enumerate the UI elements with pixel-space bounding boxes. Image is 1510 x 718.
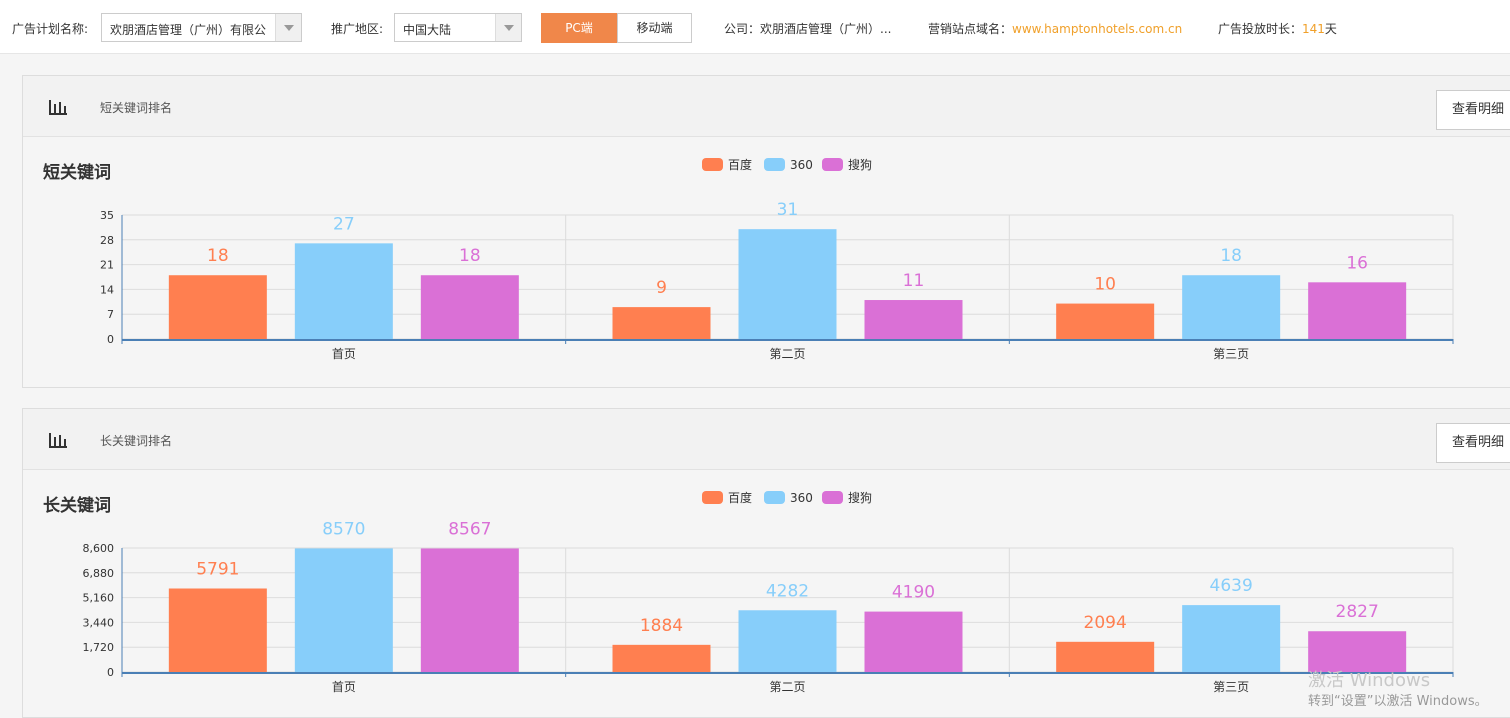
bar xyxy=(420,275,519,339)
x-tick-label: 第三页 xyxy=(1213,347,1249,361)
bar xyxy=(612,307,711,339)
windows-activation-watermark: 激活 Windows xyxy=(1308,670,1431,691)
legend-label: 360 xyxy=(790,158,813,172)
data-label: 5791 xyxy=(196,560,239,580)
bar xyxy=(294,243,393,339)
bar xyxy=(294,548,393,672)
data-label: 9 xyxy=(656,278,667,298)
legend-swatch xyxy=(764,491,785,504)
y-tick-label: 3,440 xyxy=(83,616,115,629)
x-tick-label: 第二页 xyxy=(769,680,805,694)
bar xyxy=(1308,282,1407,339)
legend-label: 百度 xyxy=(728,490,752,505)
chart-1-group: 0 1,720 3,440 5,160 6,880 8,600 5791 8570 8567 首页… xyxy=(83,490,1454,694)
bar xyxy=(864,300,963,339)
legend-swatch xyxy=(822,491,843,504)
bar xyxy=(738,229,837,339)
bar xyxy=(420,548,519,672)
legend-swatch xyxy=(822,158,843,171)
data-label: 4282 xyxy=(766,581,809,601)
legend-label: 360 xyxy=(790,491,813,505)
y-tick-label: 7 xyxy=(107,308,114,321)
y-tick-label: 5,160 xyxy=(83,592,115,605)
data-label: 8570 xyxy=(322,519,365,539)
legend-label: 搜狗 xyxy=(848,490,872,505)
data-label: 31 xyxy=(777,200,799,220)
bar xyxy=(1182,605,1281,672)
chart-0-group: 0 7 14 21 28 35 18 27 18 首页 9 31 11 第二页 10 18 16 第三页 百度 360… xyxy=(100,157,1454,361)
short-keyword-chart: 0714212835182718首页93111第二页1018 16第三页百度 360… xyxy=(83,157,1454,694)
data-label: 8567 xyxy=(448,519,491,539)
data-label: 11 xyxy=(903,271,925,291)
y-tick-label: 0 xyxy=(107,666,114,679)
data-label: 10 xyxy=(1094,275,1116,295)
bar xyxy=(1182,275,1281,339)
x-tick-label: 首页 xyxy=(332,347,356,361)
legend-swatch xyxy=(764,158,785,171)
y-tick-label: 6,880 xyxy=(83,567,115,580)
data-label: 1884 xyxy=(640,616,683,636)
bar xyxy=(612,644,711,672)
y-tick-label: 8,600 xyxy=(83,542,115,555)
legend-label: 百度 xyxy=(728,157,752,172)
y-tick-label: 1,720 xyxy=(83,641,115,654)
data-label: 2094 xyxy=(1084,613,1127,633)
bar xyxy=(864,611,963,672)
bar xyxy=(1056,303,1155,339)
y-tick-label: 21 xyxy=(100,259,114,272)
bar xyxy=(168,588,267,672)
y-tick-label: 28 xyxy=(100,234,114,247)
data-label: 18 xyxy=(459,246,481,266)
x-tick-label: 第二页 xyxy=(769,347,805,361)
legend-label: 搜狗 xyxy=(848,157,872,172)
data-label: 18 xyxy=(1220,246,1242,266)
x-tick-label: 第三页 xyxy=(1213,680,1249,694)
legend-swatch xyxy=(702,491,723,504)
bar xyxy=(168,275,267,339)
data-label: 2827 xyxy=(1336,602,1379,622)
y-tick-label: 14 xyxy=(100,283,114,296)
data-label: 16 xyxy=(1346,253,1368,273)
y-tick-label: 35 xyxy=(100,209,114,222)
x-tick-label: 首页 xyxy=(332,680,356,694)
data-label: 27 xyxy=(333,214,355,234)
data-label: 4190 xyxy=(892,583,935,603)
windows-activation-hint: 转到“设置”以激活 Windows。 xyxy=(1308,694,1488,709)
y-tick-label: 0 xyxy=(107,333,114,346)
bar xyxy=(1056,641,1155,672)
bar xyxy=(738,610,837,672)
data-label: 18 xyxy=(207,246,229,266)
data-label: 4639 xyxy=(1210,576,1253,596)
legend-swatch xyxy=(702,158,723,171)
